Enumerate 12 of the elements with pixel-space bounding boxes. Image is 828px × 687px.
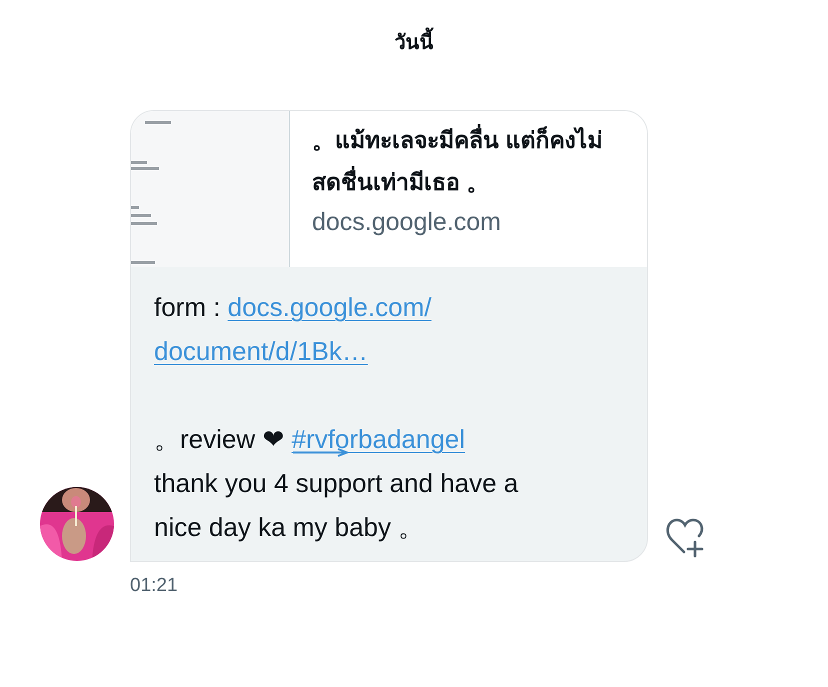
link-domain: docs.google.com bbox=[312, 207, 502, 238]
message-text: nice day ka my baby 。 bbox=[154, 511, 424, 544]
hashtag-link[interactable]: #rvforbadangel bbox=[292, 417, 466, 461]
message-text: 。review ❤ bbox=[154, 423, 286, 456]
message-text: form : bbox=[154, 291, 222, 324]
day-label: วันนี้ bbox=[394, 28, 434, 58]
link[interactable]: docs.google.com/ bbox=[228, 285, 432, 329]
link-title: 。แม้ทะเลจะมีคลื่น แต่ก็คงไม่สดชื่นเท่ามีเธอ 。 bbox=[312, 119, 619, 203]
link-card[interactable]: 。แม้ทะเลจะมีคลื่น แต่ก็คงไม่สดชื่นเท่ามีเธอ 。 docs.google.com bbox=[131, 111, 647, 267]
message-text: thank you 4 support and have a bbox=[154, 467, 518, 500]
link[interactable]: document/d/1Bk… bbox=[154, 329, 368, 373]
timestamp: 01:21 bbox=[130, 575, 178, 596]
